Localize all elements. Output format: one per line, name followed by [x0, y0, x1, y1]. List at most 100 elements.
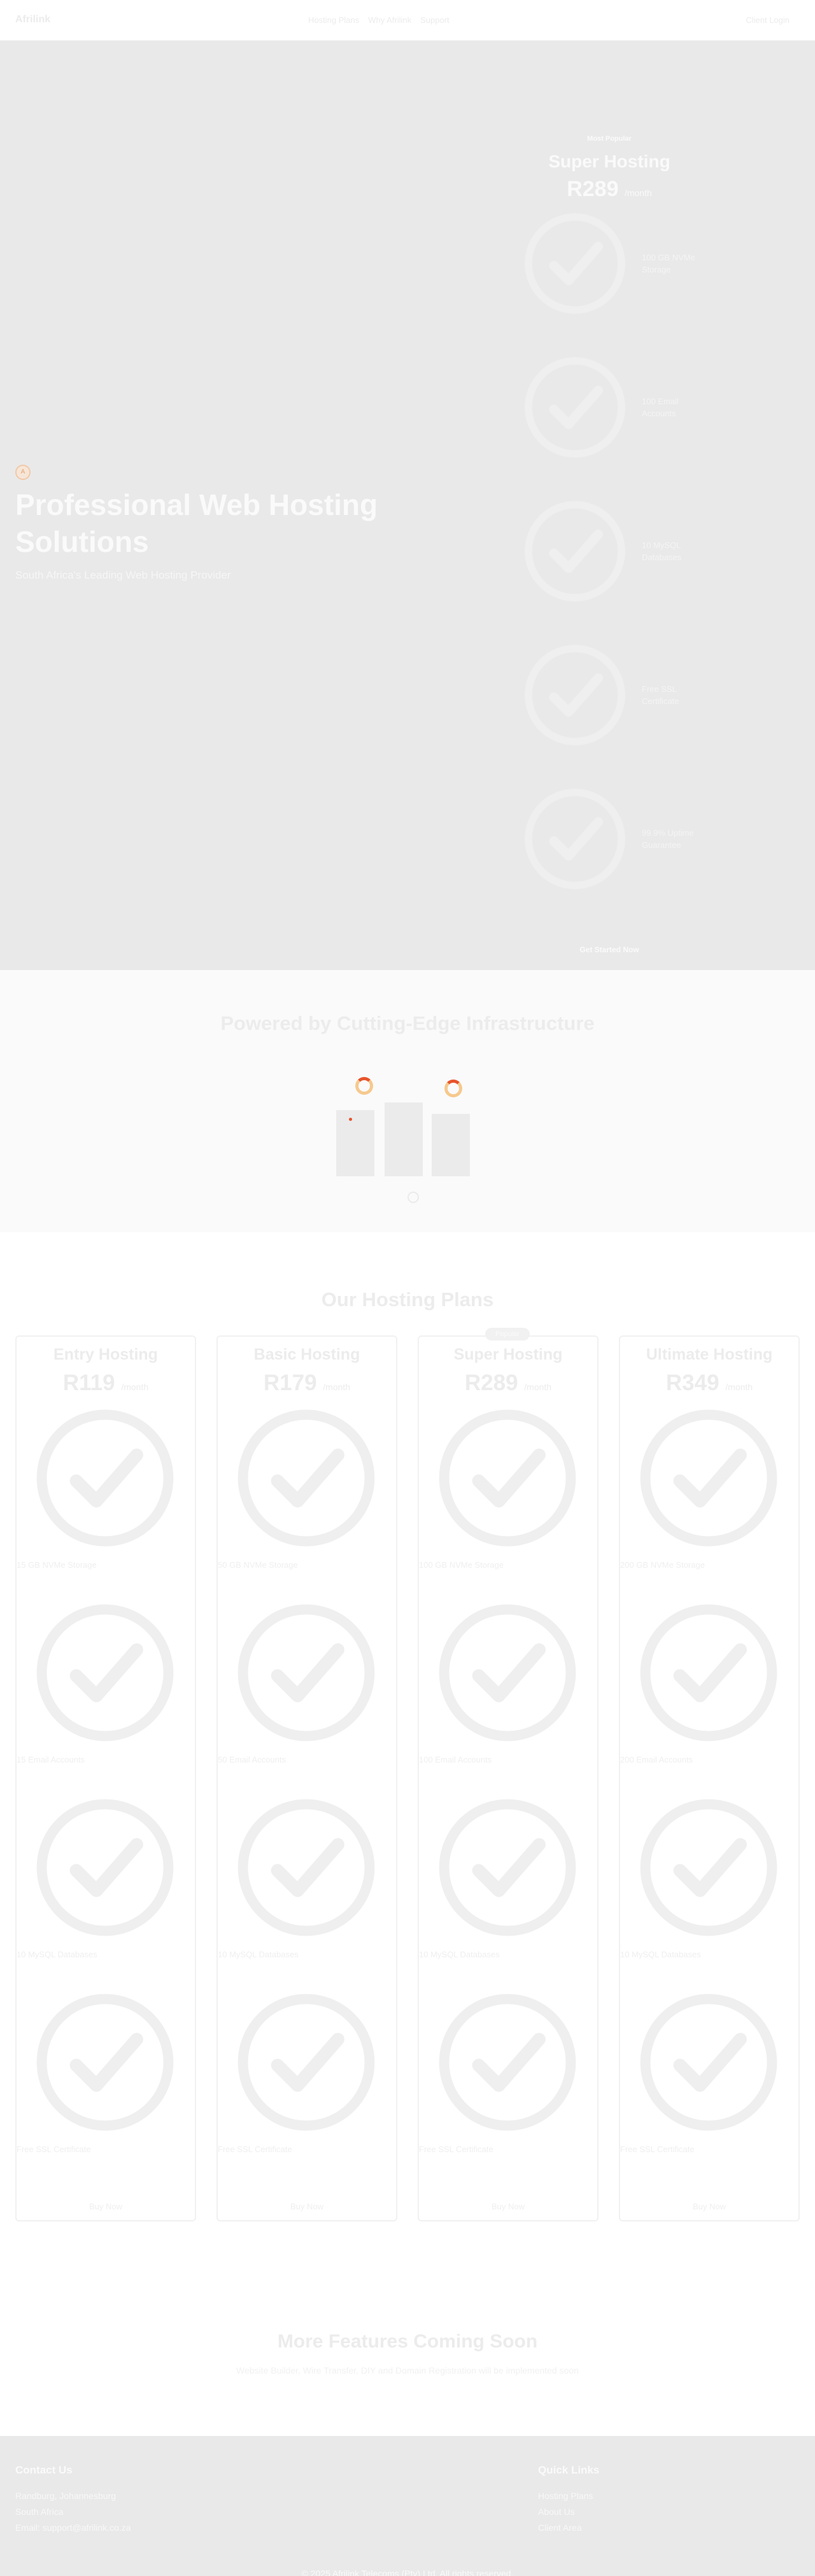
plan-feature: 200 GB NVMe Storage — [620, 1396, 798, 1591]
plan-feature-label: 10 MySQL Databases — [218, 1950, 299, 1959]
plan-feature: 50 GB NVMe Storage — [218, 1396, 396, 1591]
promo-feature-label: 100 GB NVMe Storage — [642, 253, 695, 274]
footer-email[interactable]: Email: support@afrilink.co.za — [15, 2520, 131, 2536]
buy-now-button[interactable]: Buy Now — [218, 2202, 396, 2211]
server-rack — [336, 1110, 374, 1176]
footer-address-line: South Africa — [15, 2507, 64, 2517]
buy-now-button[interactable]: Buy Now — [419, 2202, 597, 2211]
plan-card-super: Popular Super Hosting R289 /month 100 GB… — [418, 1328, 599, 2221]
plan-price-period: /month — [725, 1382, 753, 1392]
plan-feature: Free SSL Certificate — [620, 1980, 798, 2175]
plan-feature: 10 MySQL Databases — [218, 1785, 396, 1980]
footer: Contact Us Randburg, Johannesburg South … — [0, 2436, 815, 2576]
plan-feature: 15 Email Accounts — [17, 1591, 195, 1785]
brand-logo[interactable]: Afrilink — [15, 14, 50, 25]
check-circle-icon — [525, 645, 625, 745]
check-circle-icon — [640, 1994, 777, 2131]
nav-link-hosting-plans[interactable]: Hosting Plans — [308, 15, 359, 25]
infrastructure-title: Powered by Cutting-Edge Infrastructure — [220, 1012, 595, 1034]
check-circle-icon — [36, 1409, 174, 1547]
server-rack — [432, 1114, 470, 1176]
check-circle-icon — [36, 1994, 174, 2131]
plan-name: Ultimate Hosting — [646, 1346, 773, 1363]
footer-copyright: © 2025 Afrilink Telecoms (Pty) Ltd. All … — [301, 2568, 514, 2576]
plans-section: Our Hosting Plans Entry Hosting R119 /mo… — [0, 1232, 815, 2281]
plan-feature-label: 15 Email Accounts — [17, 1755, 85, 1764]
most-popular-badge: Most Popular — [587, 135, 632, 143]
plan-price: R349 /month — [620, 1370, 798, 1396]
plan-feature-label: 10 MySQL Databases — [620, 1950, 701, 1959]
nav-link-support[interactable]: Support — [420, 15, 450, 25]
server-illustration — [336, 1077, 470, 1204]
promo-feature-label: Free SSL Certificate — [642, 684, 679, 706]
footer-link-about-us[interactable]: About Us — [538, 2504, 599, 2520]
buy-now-button[interactable]: Buy Now — [620, 2202, 798, 2211]
hero-subtitle: South Africa's Leading Web Hosting Provi… — [15, 569, 231, 581]
promo-feature: 10 MySQL Databases — [517, 495, 702, 633]
plan-feature-label: 200 GB NVMe Storage — [620, 1560, 705, 1570]
plan-feature-label: 10 MySQL Databases — [17, 1950, 97, 1959]
cable-icon — [408, 1192, 419, 1203]
check-circle-icon — [640, 1799, 777, 1936]
plan-price: R179 /month — [218, 1370, 396, 1396]
nav-link-why-afrilink[interactable]: Why Afrilink — [368, 15, 411, 25]
promo-feature: 100 Email Accounts — [517, 351, 702, 489]
plan-card-entry: Entry Hosting R119 /month 15 GB NVMe Sto… — [15, 1335, 196, 2221]
promo-price-period: /month — [624, 188, 652, 198]
get-started-button[interactable]: Get Started Now — [517, 945, 702, 954]
plan-feature-label: 50 GB NVMe Storage — [218, 1560, 298, 1570]
plan-feature-label: Free SSL Certificate — [419, 2144, 493, 2154]
plan-price: R119 /month — [17, 1370, 195, 1396]
plan-card-ultimate: Ultimate Hosting R349 /month 200 GB NVMe… — [619, 1335, 800, 2221]
loading-spinner-icon — [444, 1080, 462, 1097]
plan-feature: 10 MySQL Databases — [620, 1785, 798, 1980]
coming-soon-title: More Features Coming Soon — [277, 2331, 538, 2352]
check-circle-icon — [237, 1799, 375, 1936]
plan-price-period: /month — [524, 1382, 552, 1392]
plan-price-value: R119 — [62, 1370, 115, 1395]
plan-feature: Free SSL Certificate — [419, 1980, 597, 2175]
buy-now-button[interactable]: Buy Now — [17, 2202, 195, 2211]
check-circle-icon — [640, 1409, 777, 1547]
plan-feature: 50 Email Accounts — [218, 1591, 396, 1785]
server-rack — [385, 1102, 423, 1176]
plan-price: R289 /month — [419, 1370, 597, 1396]
check-circle-icon — [525, 789, 625, 889]
footer-link-hosting-plans[interactable]: Hosting Plans — [538, 2488, 599, 2504]
plan-price-period: /month — [121, 1382, 149, 1392]
footer-link-client-area[interactable]: Client Area — [538, 2520, 599, 2536]
plan-feature: 100 Email Accounts — [419, 1591, 597, 1785]
hero-section: A Professional Web Hosting Solutions Sou… — [0, 41, 815, 970]
plans-title: Our Hosting Plans — [321, 1288, 494, 1311]
check-circle-icon — [640, 1604, 777, 1742]
check-circle-icon — [525, 357, 625, 458]
plan-price-period: /month — [323, 1382, 351, 1392]
plan-feature: 15 GB NVMe Storage — [17, 1396, 195, 1591]
coming-soon-text: Website Builder, Wire Transfer, DIY and … — [236, 2365, 579, 2375]
popular-badge: Popular — [485, 1328, 530, 1341]
plan-feature: 10 MySQL Databases — [419, 1785, 597, 1980]
plan-feature: 10 MySQL Databases — [17, 1785, 195, 1980]
promo-feature-label: 10 MySQL Databases — [642, 540, 682, 562]
plan-feature-label: Free SSL Certificate — [218, 2144, 292, 2154]
plan-feature-label: 100 GB NVMe Storage — [419, 1560, 504, 1570]
promo-feature-label: 100 Email Accounts — [642, 397, 679, 418]
plan-feature-label: 15 GB NVMe Storage — [17, 1560, 97, 1570]
status-led-icon — [349, 1118, 352, 1121]
footer-address-line: Randburg, Johannesburg — [15, 2491, 117, 2501]
footer-links-title: Quick Links — [538, 2464, 600, 2476]
plan-feature-label: 100 Email Accounts — [419, 1755, 492, 1764]
client-login-link[interactable]: Client Login — [746, 15, 790, 25]
plan-feature: 100 GB NVMe Storage — [419, 1396, 597, 1591]
footer-contact-title: Contact Us — [15, 2464, 73, 2476]
plan-name: Super Hosting — [453, 1346, 563, 1363]
check-circle-icon — [439, 1409, 576, 1547]
plan-feature-label: Free SSL Certificate — [620, 2144, 695, 2154]
promo-feature: 100 GB NVMe Storage — [517, 207, 702, 346]
afrilink-mark-icon: A — [15, 465, 31, 480]
check-circle-icon — [525, 213, 625, 314]
plan-name: Basic Hosting — [253, 1346, 360, 1363]
footer-contact: Contact Us Randburg, Johannesburg South … — [15, 2464, 131, 2536]
hero-title: Professional Web Hosting Solutions — [15, 488, 378, 558]
plan-price-value: R179 — [263, 1370, 317, 1395]
